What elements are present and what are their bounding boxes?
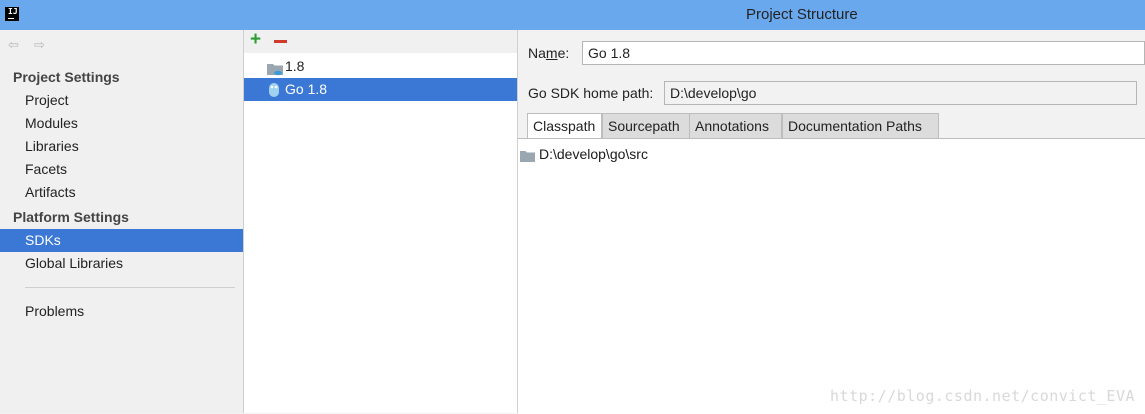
nav-item-facets[interactable]: Facets <box>0 158 243 181</box>
nav-item-artifacts[interactable]: Artifacts <box>0 181 243 204</box>
window-title: Project Structure <box>746 6 858 23</box>
project-settings-header: Project Settings <box>13 69 120 85</box>
tab-sourcepath[interactable]: Sourcepath <box>602 113 690 139</box>
nav-item-problems[interactable]: Problems <box>0 300 243 323</box>
settings-nav: ⇦ ⇨ Project Settings Project Modules Lib… <box>0 30 244 413</box>
classpath-entry-label: D:\develop\go\src <box>539 146 648 162</box>
nav-item-project[interactable]: Project <box>0 89 243 112</box>
sdk-toolbar: + <box>244 30 517 53</box>
nav-item-libraries[interactable]: Libraries <box>0 135 243 158</box>
nav-item-sdks[interactable]: SDKs <box>0 229 243 252</box>
title-bar: IJ Project Structure <box>0 0 1145 30</box>
sdk-details-panel: Name: Go 1.8 Go SDK home path: D:\develo… <box>518 30 1145 414</box>
tab-classpath[interactable]: Classpath <box>527 113 602 139</box>
forward-arrow-icon[interactable]: ⇨ <box>34 38 50 52</box>
nav-divider <box>25 287 235 288</box>
classpath-list: D:\develop\go\src http://blog.csdn.net/c… <box>518 138 1145 414</box>
plus-icon[interactable]: + <box>250 30 266 49</box>
sdk-list-panel: + 1.8 Go 1.8 <box>244 30 518 413</box>
tab-annotations[interactable]: Annotations <box>689 113 782 139</box>
sdk-item-1-8[interactable]: 1.8 <box>244 55 517 78</box>
go-sdk-icon <box>268 82 280 105</box>
sdk-item-go-1-8[interactable]: Go 1.8 <box>244 78 517 101</box>
home-path-label: Go SDK home path: <box>528 85 654 101</box>
sdk-item-label: 1.8 <box>285 58 305 74</box>
sdk-item-label: Go 1.8 <box>285 81 328 97</box>
home-path-field[interactable]: D:\develop\go <box>664 81 1137 105</box>
minus-icon[interactable] <box>274 40 287 43</box>
intellij-app-icon: IJ <box>5 7 19 21</box>
name-field[interactable]: Go 1.8 <box>582 41 1145 65</box>
nav-item-modules[interactable]: Modules <box>0 112 243 135</box>
nav-item-global-libraries[interactable]: Global Libraries <box>0 252 243 275</box>
platform-settings-header: Platform Settings <box>13 209 129 225</box>
watermark: http://blog.csdn.net/convict_EVA <box>830 387 1135 405</box>
tab-documentation-paths[interactable]: Documentation Paths <box>782 113 939 139</box>
back-arrow-icon[interactable]: ⇦ <box>8 38 24 52</box>
folder-icon <box>520 147 535 167</box>
name-label: Name: <box>528 45 570 61</box>
